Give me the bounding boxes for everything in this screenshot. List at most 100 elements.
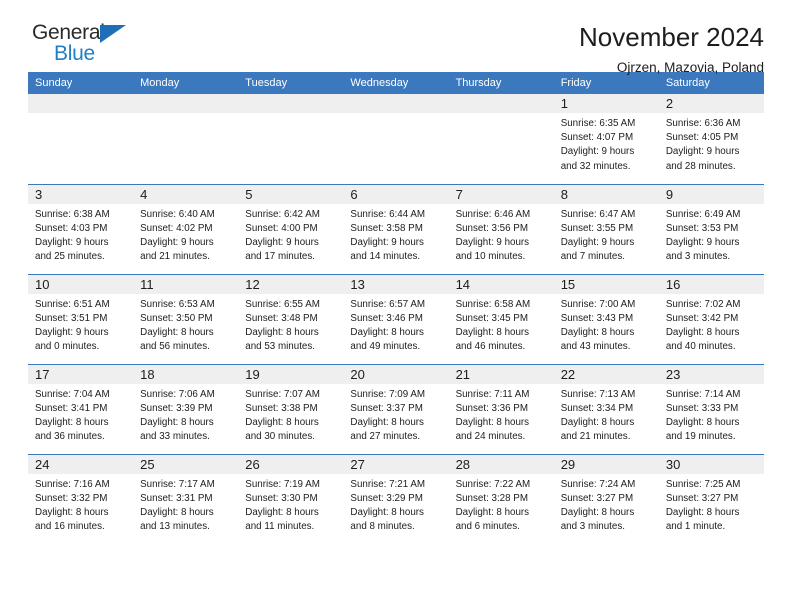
day-number-band: 27	[343, 454, 449, 474]
day-cell[interactable]: 19 Sunrise: 7:07 AM Sunset: 3:38 PM Dayligh…	[238, 363, 344, 454]
day-cell[interactable]: 17 Sunrise: 7:04 AM Sunset: 3:41 PM Dayligh…	[28, 363, 134, 454]
day-number: 8	[560, 186, 568, 202]
brand-name-bottom: Blue	[54, 42, 95, 65]
day-number: 12	[245, 276, 260, 292]
day-number: 19	[245, 366, 260, 382]
daylight-text-line1: Daylight: 8 hours	[245, 326, 319, 338]
sunrise-text: Sunrise: 6:38 AM	[35, 208, 110, 220]
daylight-text-line2: and 40 minutes.	[665, 341, 736, 353]
day-number-band: 29	[553, 454, 659, 474]
day-number: 17	[35, 366, 50, 382]
day-cell[interactable]: 2 Sunrise: 6:36 AM Sunset: 4:05 PM Daylight…	[658, 94, 764, 184]
sunrise-text: Sunrise: 6:36 AM	[665, 118, 741, 129]
day-details	[343, 113, 448, 117]
daylight-text-line1: Daylight: 8 hours	[140, 506, 214, 518]
sunset-text: Sunset: 4:02 PM	[140, 222, 213, 234]
day-cell[interactable]: 14 Sunrise: 6:58 AM Sunset: 3:45 PM Dayligh…	[448, 273, 554, 364]
day-number-band: 28	[448, 454, 554, 474]
daylight-text-line2: and 36 minutes.	[35, 431, 105, 443]
day-cell[interactable]: 21 Sunrise: 7:11 AM Sunset: 3:36 PM Dayligh…	[448, 363, 554, 454]
page-subtitle: Ojrzen, Mazovia, Poland	[616, 60, 764, 75]
day-number-band: 26	[238, 454, 344, 474]
day-cell[interactable]: 23 Sunrise: 7:14 AM Sunset: 3:33 PM Dayligh…	[658, 363, 764, 454]
day-cell[interactable]: 9 Sunrise: 6:49 AM Sunset: 3:53 PM Daylight…	[658, 183, 764, 274]
day-number: 5	[245, 186, 253, 202]
daylight-text-line1: Daylight: 9 hours	[560, 236, 635, 248]
daylight-text-line1: Daylight: 9 hours	[455, 236, 530, 248]
sunset-text: Sunset: 3:30 PM	[245, 492, 318, 504]
sunrise-text: Sunrise: 7:04 AM	[35, 388, 110, 400]
day-cell[interactable]: 8 Sunrise: 6:47 AM Sunset: 3:55 PM Daylight…	[553, 183, 659, 274]
day-cell[interactable]: 16 Sunrise: 7:02 AM Sunset: 3:42 PM Dayligh…	[658, 273, 764, 364]
day-number-band: 8	[553, 184, 659, 204]
day-details	[28, 113, 133, 117]
day-details: Sunrise: 6:53 AM Sunset: 3:50 PM Daylight:…	[133, 294, 238, 355]
sunset-text: Sunset: 3:41 PM	[35, 402, 108, 414]
day-number-band: 1	[553, 94, 659, 113]
brand-logo[interactable]: General Blue	[28, 22, 152, 64]
day-details: Sunrise: 6:49 AM Sunset: 3:53 PM Daylight:…	[659, 204, 764, 265]
daylight-text-line2: and 49 minutes.	[350, 341, 421, 353]
day-cell[interactable]: 22 Sunrise: 7:13 AM Sunset: 3:34 PM Dayligh…	[553, 363, 659, 454]
daylight-text-line1: Daylight: 8 hours	[455, 506, 530, 518]
day-details: Sunrise: 6:47 AM Sunset: 3:55 PM Daylight:…	[554, 204, 659, 265]
day-details	[238, 113, 343, 117]
daylight-text-line2: and 1 minute.	[665, 521, 726, 533]
daylight-text-line2: and 17 minutes.	[245, 251, 315, 263]
day-number-band: 25	[133, 454, 239, 474]
sunrise-text: Sunrise: 7:06 AM	[140, 388, 215, 400]
day-cell[interactable]: 18 Sunrise: 7:06 AM Sunset: 3:39 PM Dayligh…	[133, 363, 239, 454]
day-cell[interactable]: 27 Sunrise: 7:21 AM Sunset: 3:29 PM Dayligh…	[343, 453, 449, 544]
daylight-text-line1: Daylight: 8 hours	[140, 326, 214, 338]
sunset-text: Sunset: 3:28 PM	[455, 492, 528, 504]
day-cell[interactable]: 20 Sunrise: 7:09 AM Sunset: 3:37 PM Dayligh…	[343, 363, 449, 454]
weekday-header-tuesday: Tuesday	[238, 72, 344, 94]
day-details: Sunrise: 7:21 AM Sunset: 3:29 PM Daylight:…	[343, 474, 448, 535]
day-cell[interactable]: 25 Sunrise: 7:17 AM Sunset: 3:31 PM Dayligh…	[133, 453, 239, 544]
calendar-grid: Sunday Monday Tuesday Wednesday Thursday Frid…	[28, 72, 764, 544]
sunset-text: Sunset: 3:38 PM	[245, 402, 318, 414]
day-cell[interactable]: 30 Sunrise: 7:25 AM Sunset: 3:27 PM Dayligh…	[658, 453, 764, 544]
day-details: Sunrise: 7:13 AM Sunset: 3:34 PM Daylight:…	[554, 384, 659, 445]
daylight-text-line2: and 27 minutes.	[350, 431, 421, 443]
daylight-text-line2: and 21 minutes.	[560, 431, 631, 443]
day-cell[interactable]: 10 Sunrise: 6:51 AM Sunset: 3:51 PM Dayligh…	[28, 273, 134, 364]
day-cell[interactable]: 3 Sunrise: 6:38 AM Sunset: 4:03 PM Daylight…	[28, 183, 134, 274]
day-cell[interactable]: 26 Sunrise: 7:19 AM Sunset: 3:30 PM Dayligh…	[238, 453, 344, 544]
day-cell[interactable]: 4 Sunrise: 6:40 AM Sunset: 4:02 PM Daylight…	[133, 183, 239, 274]
day-cell[interactable]: 24 Sunrise: 7:16 AM Sunset: 3:32 PM Dayligh…	[28, 453, 134, 544]
day-details	[449, 113, 554, 117]
day-details: Sunrise: 7:11 AM Sunset: 3:36 PM Daylight:…	[449, 384, 554, 445]
daylight-text-line2: and 11 minutes.	[245, 521, 315, 533]
day-cell[interactable]: 13 Sunrise: 6:57 AM Sunset: 3:46 PM Dayligh…	[343, 273, 449, 364]
page-header: General Blue November 2024 Ojrzen, Mazov…	[28, 0, 764, 76]
sunrise-text: Sunrise: 6:35 AM	[560, 118, 636, 129]
day-details: Sunrise: 6:51 AM Sunset: 3:51 PM Daylight:…	[28, 294, 133, 355]
day-number: 20	[350, 366, 365, 382]
day-number-band: 17	[28, 364, 134, 384]
day-cell[interactable]: 12 Sunrise: 6:55 AM Sunset: 3:48 PM Dayligh…	[238, 273, 344, 364]
day-cell[interactable]: 29 Sunrise: 7:24 AM Sunset: 3:27 PM Dayligh…	[553, 453, 659, 544]
day-cell[interactable]: 1 Sunrise: 6:35 AM Sunset: 4:07 PM Daylight…	[553, 94, 659, 184]
daylight-text-line2: and 3 minutes.	[560, 521, 625, 533]
day-cell[interactable]: 6 Sunrise: 6:44 AM Sunset: 3:58 PM Daylight…	[343, 183, 449, 274]
weekday-header-wednesday: Wednesday	[343, 72, 449, 94]
day-cell[interactable]: 5 Sunrise: 6:42 AM Sunset: 4:00 PM Daylight…	[238, 183, 344, 274]
day-cell[interactable]: 15 Sunrise: 7:00 AM Sunset: 3:43 PM Dayligh…	[553, 273, 659, 364]
day-details: Sunrise: 7:04 AM Sunset: 3:41 PM Daylight:…	[28, 384, 133, 445]
day-cell[interactable]: 28 Sunrise: 7:22 AM Sunset: 3:28 PM Dayligh…	[448, 453, 554, 544]
daylight-text-line1: Daylight: 8 hours	[560, 506, 635, 518]
daylight-text-line1: Daylight: 8 hours	[665, 506, 740, 518]
week-row: 1 Sunrise: 6:35 AM Sunset: 4:07 PM Daylight…	[28, 94, 764, 184]
weekday-header-sunday: Sunday	[28, 72, 134, 94]
daylight-text-line1: Daylight: 9 hours	[35, 236, 109, 248]
sunrise-text: Sunrise: 6:53 AM	[140, 298, 215, 310]
day-number: 24	[35, 456, 50, 472]
sunrise-text: Sunrise: 7:17 AM	[140, 478, 215, 490]
sunset-text: Sunset: 3:37 PM	[350, 402, 423, 414]
day-number-band: 23	[658, 364, 764, 384]
day-cell[interactable]: 11 Sunrise: 6:53 AM Sunset: 3:50 PM Dayligh…	[133, 273, 239, 364]
daylight-text-line1: Daylight: 8 hours	[350, 326, 424, 338]
day-cell[interactable]: 7 Sunrise: 6:46 AM Sunset: 3:56 PM Daylight…	[448, 183, 554, 274]
day-cell-empty	[343, 94, 449, 184]
